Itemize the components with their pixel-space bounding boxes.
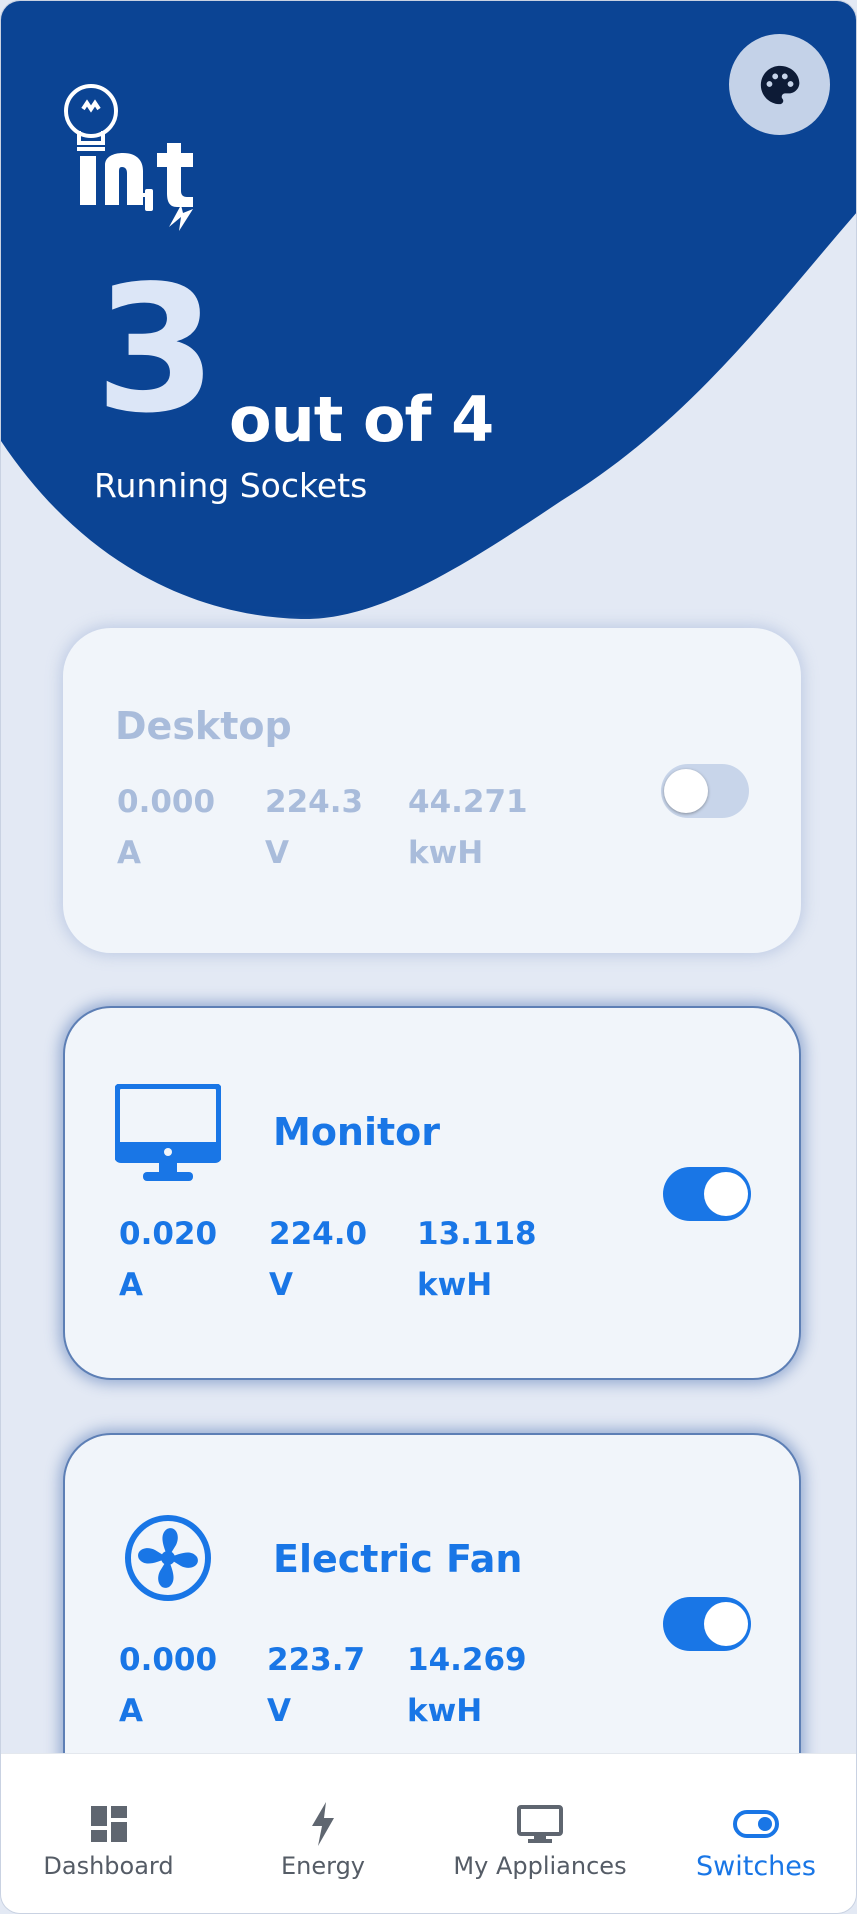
fan-icon	[125, 1515, 211, 1601]
socket-toggle[interactable]	[663, 1167, 751, 1221]
nav-label: Energy	[280, 1852, 366, 1880]
running-sockets-label: Running Sockets	[94, 466, 368, 505]
nav-item-switches[interactable]: Switches	[691, 1754, 821, 1913]
socket-name: Monitor	[273, 1110, 441, 1154]
monitor-icon	[115, 1084, 221, 1181]
bottom-navigation: Dashboard Energy My Appliances Switches	[1, 1753, 856, 1913]
monitor-icon	[517, 1805, 563, 1843]
nav-label: My Appliances	[453, 1852, 627, 1880]
voltage-reading: 224.3 V	[265, 784, 364, 871]
running-count: 3	[95, 249, 217, 452]
socket-name: Electric Fan	[273, 1537, 523, 1581]
energy-reading: 14.269 kwH	[407, 1642, 527, 1729]
voltage-reading: 224.0 V	[269, 1216, 368, 1303]
voltage-reading: 223.7 V	[267, 1642, 366, 1729]
nav-item-my-appliances[interactable]: My Appliances	[451, 1754, 629, 1913]
current-reading: 0.000 A	[119, 1642, 218, 1729]
current-reading: 0.020 A	[119, 1216, 218, 1303]
socket-card-monitor[interactable]: Monitor 0.020 A 224.0 V 13.118 kwH	[63, 1006, 801, 1380]
socket-toggle[interactable]	[661, 764, 749, 818]
nav-item-energy[interactable]: Energy	[263, 1754, 383, 1913]
app-logo	[64, 84, 193, 231]
app-frame: 3 out of 4 Running Sockets Desktop 0.000…	[0, 0, 857, 1914]
socket-card-desktop[interactable]: Desktop 0.000 A 224.3 V 44.271 kwH	[63, 628, 801, 953]
socket-toggle[interactable]	[663, 1597, 751, 1651]
toggle-icon	[733, 1810, 779, 1838]
dashboard-icon	[90, 1806, 127, 1842]
palette-icon	[760, 65, 799, 104]
nav-item-dashboard[interactable]: Dashboard	[41, 1754, 176, 1913]
energy-reading: 13.118 kwH	[417, 1216, 537, 1303]
socket-name: Desktop	[115, 704, 292, 748]
theme-palette-button[interactable]	[729, 34, 830, 135]
nav-label: Dashboard	[43, 1852, 174, 1880]
total-count: out of 4	[229, 383, 494, 456]
lightning-icon	[312, 1802, 334, 1846]
current-reading: 0.000 A	[117, 784, 216, 871]
nav-label: Switches	[696, 1851, 816, 1882]
energy-reading: 44.271 kwH	[408, 784, 528, 871]
